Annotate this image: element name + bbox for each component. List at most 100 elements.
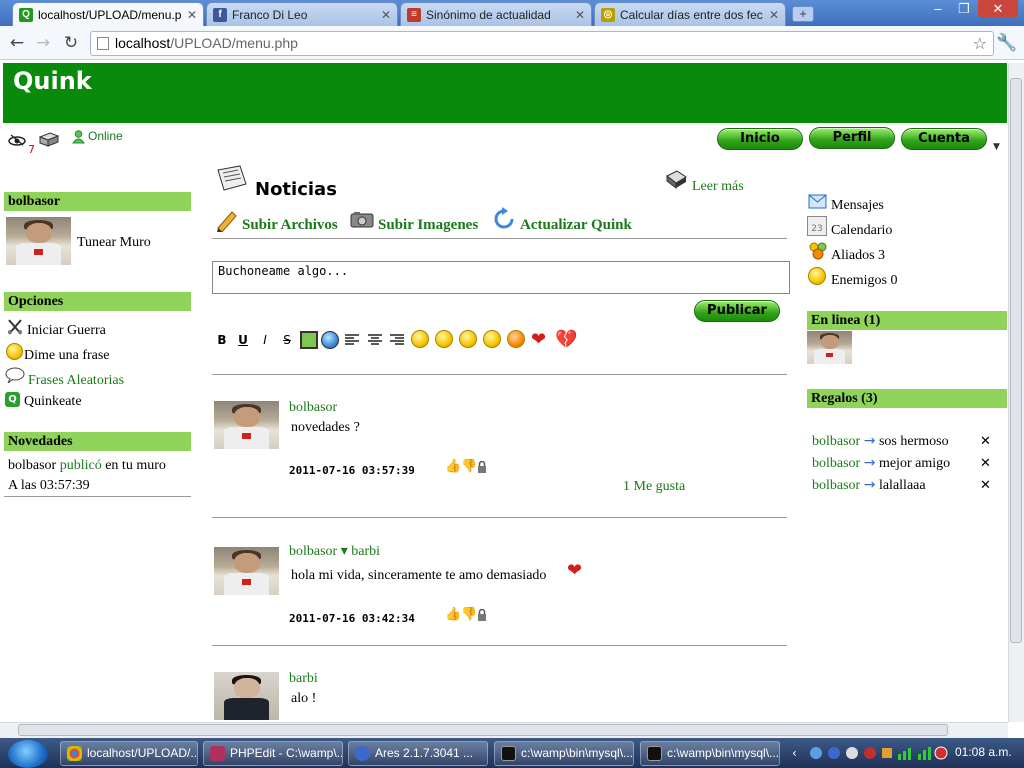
- delete-gift-icon[interactable]: ✕: [980, 478, 991, 493]
- status-textarea[interactable]: Buchoneame algo...: [212, 261, 790, 294]
- publicar-button[interactable]: Publicar: [694, 300, 780, 322]
- novedades-action-link[interactable]: publicó: [60, 458, 102, 473]
- horizontal-scroll-thumb[interactable]: [18, 724, 948, 736]
- enemigos-link[interactable]: Enemigos 0: [831, 273, 898, 289]
- avatar[interactable]: [6, 217, 71, 265]
- envelope-icon: [808, 194, 827, 209]
- angry-smiley-icon[interactable]: [507, 330, 525, 348]
- underline-button[interactable]: U: [234, 331, 252, 349]
- console-icon: [501, 746, 516, 761]
- mailbox-icon[interactable]: [38, 131, 60, 147]
- avatar[interactable]: [807, 331, 852, 364]
- tab-sinonimo[interactable]: ≡ Sinónimo de actualidad ✕: [400, 2, 592, 26]
- forward-icon[interactable]: →: [32, 32, 54, 54]
- bold-button[interactable]: B: [213, 331, 231, 349]
- subir-archivos-link[interactable]: Subir Archivos: [242, 217, 338, 234]
- gift-from-link[interactable]: bolbasor: [812, 478, 860, 493]
- gift-row: bolbasor → lalallaaa: [812, 477, 926, 494]
- mensajes-link[interactable]: Mensajes: [831, 198, 884, 214]
- vertical-scroll-thumb[interactable]: [1010, 78, 1022, 643]
- taskbar-item-ares[interactable]: Ares 2.1.7.3041 ...: [348, 741, 488, 766]
- perfil-button[interactable]: Perfil: [809, 127, 895, 149]
- avatar[interactable]: [214, 401, 279, 449]
- reload-icon[interactable]: ↻: [60, 32, 82, 54]
- online-status-link[interactable]: Online: [88, 129, 123, 143]
- divider: [4, 496, 191, 497]
- tunear-muro-link[interactable]: Tunear Muro: [77, 235, 151, 251]
- subir-imagenes-link[interactable]: Subir Imagenes: [378, 217, 478, 234]
- taskbar-item-phpedit[interactable]: PHPEdit - C:\wamp\...: [203, 741, 343, 766]
- close-icon[interactable]: ✕: [187, 8, 197, 22]
- leer-mas-link[interactable]: Leer más: [692, 179, 744, 195]
- broken-heart-icon[interactable]: 💔: [555, 331, 577, 349]
- image-icon[interactable]: [300, 331, 318, 349]
- avatar[interactable]: [214, 672, 279, 720]
- close-icon[interactable]: ✕: [381, 8, 391, 22]
- inicio-button[interactable]: Inicio: [717, 128, 803, 150]
- post-target-link[interactable]: barbi: [351, 544, 380, 559]
- delete-gift-icon[interactable]: ✕: [980, 434, 991, 449]
- bookmark-star-icon[interactable]: ☆: [973, 32, 987, 55]
- chevron-down-icon[interactable]: ▼: [993, 142, 1000, 152]
- post-author-link[interactable]: bolbasor: [289, 400, 337, 416]
- new-tab-button[interactable]: +: [792, 6, 814, 22]
- align-center-icon[interactable]: [367, 333, 383, 347]
- gift-from-link[interactable]: bolbasor: [812, 434, 860, 449]
- site-logo[interactable]: Quink: [13, 67, 92, 95]
- tab-localhost[interactable]: Q localhost/UPLOAD/menu.php ✕: [12, 2, 204, 26]
- option-frases-aleatorias[interactable]: Frases Aleatorias: [28, 373, 124, 389]
- delete-gift-icon[interactable]: ✕: [980, 456, 991, 471]
- like-dislike-icon[interactable]: 👍👎: [445, 459, 477, 474]
- italic-button[interactable]: I: [256, 331, 274, 349]
- avatar[interactable]: [214, 547, 279, 595]
- globe-link-icon[interactable]: [321, 331, 339, 349]
- arrow-right-icon: →: [863, 455, 876, 471]
- option-quinkeate[interactable]: Quinkeate: [24, 394, 82, 410]
- site-header: Quink: [3, 63, 1007, 123]
- taskbar-item-cmd-2[interactable]: c:\wamp\bin\mysql\...: [640, 741, 780, 766]
- cuenta-button[interactable]: Cuenta: [901, 128, 987, 150]
- taskbar-item-cmd-1[interactable]: c:\wamp\bin\mysql\...: [494, 741, 634, 766]
- restore-icon[interactable]: ❐: [952, 0, 976, 18]
- option-dime-frase[interactable]: Dime una frase: [24, 348, 110, 364]
- page-icon: [97, 37, 109, 50]
- option-iniciar-guerra[interactable]: Iniciar Guerra: [27, 323, 106, 339]
- lock-icon[interactable]: [477, 460, 487, 473]
- phpedit-icon: [210, 746, 225, 761]
- post-author-link[interactable]: barbi: [289, 671, 318, 687]
- smile-smiley-icon[interactable]: [435, 330, 453, 348]
- confused-smiley-icon[interactable]: [483, 330, 501, 348]
- post-author-link[interactable]: bolbasor: [289, 544, 337, 559]
- tray-expand-icon[interactable]: ‹: [792, 746, 797, 760]
- likes-count-link[interactable]: 1 Me gusta: [623, 479, 685, 495]
- gift-from-link[interactable]: bolbasor: [812, 456, 860, 471]
- actualizar-quink-link[interactable]: Actualizar Quink: [520, 217, 632, 234]
- wrench-icon[interactable]: 🔧: [996, 32, 1018, 54]
- align-left-icon[interactable]: [344, 333, 360, 347]
- system-tray-icons[interactable]: [808, 745, 948, 761]
- tab-calcular[interactable]: ◎ Calcular días entre dos fechas ✕: [594, 2, 786, 26]
- start-button[interactable]: [8, 740, 48, 768]
- wink-smiley-icon[interactable]: [411, 330, 429, 348]
- post-date: 2011-07-16 03:42:34: [289, 612, 415, 625]
- close-icon[interactable]: ✕: [575, 8, 585, 22]
- align-right-icon[interactable]: [389, 333, 405, 347]
- calendario-link[interactable]: Calendario: [831, 223, 892, 239]
- like-dislike-icon[interactable]: 👍👎: [445, 607, 477, 622]
- ares-icon: [355, 746, 370, 761]
- taskbar-item-chrome[interactable]: localhost/UPLOAD/...: [60, 741, 198, 766]
- minimize-icon[interactable]: –: [926, 0, 950, 18]
- close-window-icon[interactable]: ✕: [978, 0, 1018, 18]
- novedades-user[interactable]: bolbasor: [8, 458, 56, 473]
- address-bar[interactable]: localhost/UPLOAD/menu.php ☆: [90, 31, 994, 56]
- sad-smiley-icon[interactable]: [459, 330, 477, 348]
- eye-icon[interactable]: [8, 133, 26, 147]
- strike-button[interactable]: S: [278, 331, 296, 349]
- tab-facebook[interactable]: f Franco Di Leo ✕: [206, 2, 398, 26]
- aliados-link[interactable]: Aliados 3: [831, 248, 885, 264]
- quink-favicon-icon: Q: [19, 7, 33, 22]
- back-icon[interactable]: ←: [6, 32, 28, 54]
- lock-icon[interactable]: [477, 608, 487, 621]
- close-icon[interactable]: ✕: [769, 8, 779, 22]
- heart-icon[interactable]: ❤: [531, 331, 546, 349]
